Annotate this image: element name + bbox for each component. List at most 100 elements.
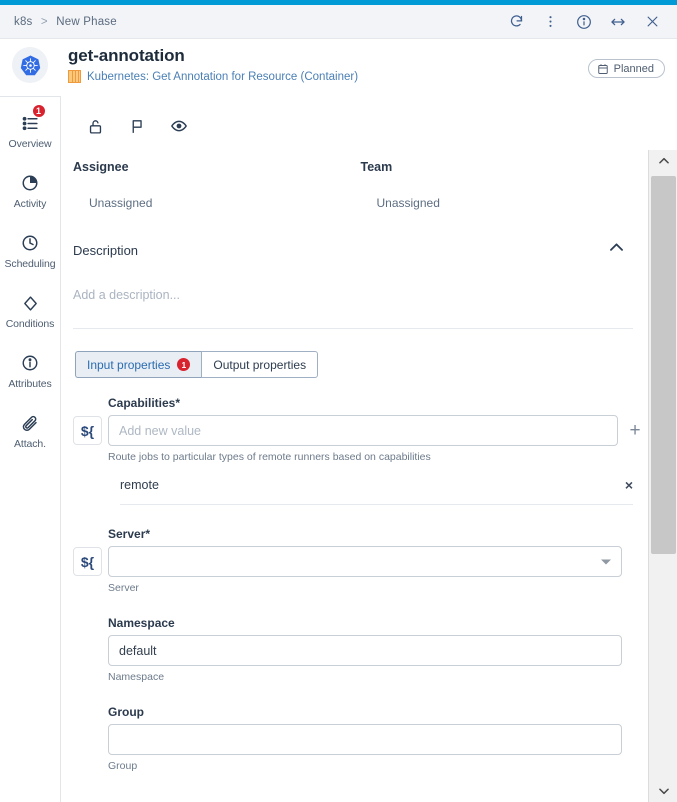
properties-tabs: Input properties 1 Output properties (61, 329, 648, 378)
page-subtitle[interactable]: Kubernetes: Get Annotation for Resource … (87, 71, 358, 83)
avatar (12, 47, 48, 83)
refresh-icon (510, 15, 522, 27)
field-label: Server* (108, 527, 648, 541)
assignee-value[interactable]: Unassigned (73, 196, 361, 210)
unlock-icon (89, 119, 101, 134)
sidebar-icon-wrap (21, 172, 39, 194)
chevron-up-icon (610, 243, 623, 251)
field-label: Capabilities* (108, 396, 648, 410)
chip-remove-button[interactable]: × (625, 477, 633, 493)
description-title: Description (73, 242, 139, 258)
group-input[interactable] (108, 724, 622, 755)
field-label: Namespace (108, 616, 648, 630)
sidebar-icon-wrap (21, 412, 39, 434)
tab-badge: 1 (177, 358, 191, 371)
app-window: k8s > New Phase get-annotation Kubernete… (0, 0, 677, 802)
field-capabilities: Capabilities* ${ + Route jobs to particu… (61, 396, 648, 505)
tab-input-properties[interactable]: Input properties 1 (75, 351, 202, 378)
sidebar-item-activity[interactable]: Activity (0, 172, 61, 210)
field-label-text: Group (108, 705, 144, 719)
vertical-scrollbar[interactable] (648, 150, 677, 802)
field-server: Server* ${ Server (61, 527, 648, 594)
namespace-input[interactable] (108, 635, 622, 666)
sidebar-item-label: Scheduling (4, 258, 56, 270)
sidebar-icon-wrap (21, 352, 39, 374)
required-mark: * (145, 527, 151, 541)
sidebar-item-conditions[interactable]: Conditions (0, 292, 61, 330)
header-subtitle-row: Kubernetes: Get Annotation for Resource … (68, 70, 358, 83)
expression-button[interactable]: ${ (73, 416, 102, 445)
chevron-down-icon (658, 788, 669, 795)
server-select[interactable] (108, 546, 622, 577)
sidebar-item-attributes[interactable]: Attributes (0, 352, 61, 390)
page-title: get-annotation (68, 46, 185, 65)
capabilities-input[interactable] (108, 415, 618, 446)
assignee-block: Assignee Unassigned (73, 160, 361, 210)
field-row (73, 635, 648, 666)
more-vertical-icon (548, 16, 552, 27)
sidebar-item-scheduling[interactable]: Scheduling (0, 232, 61, 270)
field-label-text: Server (108, 527, 146, 541)
sidebar: 1 Overview Activity Scheduling Condition… (0, 96, 61, 802)
breadcrumb-root[interactable]: k8s (14, 16, 33, 28)
field-help: Group (108, 760, 138, 772)
flag-button[interactable] (125, 114, 149, 138)
diamond-icon (23, 295, 37, 311)
refresh-button[interactable] (501, 8, 531, 36)
description-header: Description (61, 210, 648, 262)
field-help: Server (108, 582, 139, 594)
tab-label: Input properties (87, 357, 171, 372)
sidebar-item-overview[interactable]: 1 Overview (0, 104, 61, 150)
chevron-up-icon (658, 157, 669, 164)
task-type-icon (68, 70, 81, 83)
resize-horizontal-icon (611, 18, 625, 25)
tab-output-properties[interactable]: Output properties (201, 351, 319, 378)
breadcrumb-separator: > (40, 15, 48, 28)
status-badge-label: Planned (613, 62, 654, 75)
watch-button[interactable] (167, 114, 191, 138)
paperclip-icon (22, 415, 37, 432)
description-input[interactable]: Add a description... (61, 262, 648, 302)
sidebar-icon-wrap: 1 (21, 104, 46, 134)
sidebar-top-divider (0, 96, 61, 97)
tab-label: Output properties (213, 357, 307, 372)
flag-icon (132, 119, 142, 133)
assignee-label: Assignee (73, 160, 129, 174)
breadcrumb-current: New Phase (56, 15, 117, 28)
status-badge[interactable]: Planned (587, 59, 665, 78)
resize-button[interactable] (603, 8, 633, 36)
info-circle-icon (22, 355, 38, 371)
eye-icon (171, 120, 187, 132)
properties-form: Capabilities* ${ + Route jobs to particu… (61, 378, 648, 772)
team-value[interactable]: Unassigned (361, 196, 649, 210)
expression-button[interactable]: ${ (73, 547, 102, 576)
field-group: Group Group (61, 705, 648, 772)
clock-icon (22, 235, 38, 251)
description-collapse-button[interactable] (607, 238, 626, 262)
calendar-icon (597, 63, 608, 74)
scroll-up-button[interactable] (649, 150, 677, 172)
field-help: Namespace (108, 671, 165, 683)
add-capability-button[interactable]: + (622, 421, 648, 440)
sidebar-icon-wrap (21, 232, 39, 254)
sidebar-item-label: Attach. (14, 438, 46, 450)
main-content: Assignee Unassigned Team Unassigned Desc… (61, 96, 648, 802)
field-help: Route jobs to particular types of remote… (108, 451, 431, 463)
more-button[interactable] (535, 8, 565, 36)
field-row (73, 724, 648, 755)
scroll-down-button[interactable] (649, 780, 677, 802)
info-button[interactable] (569, 8, 599, 36)
sidebar-item-attachments[interactable]: Attach. (0, 412, 61, 450)
kubernetes-logo-icon (20, 54, 40, 75)
field-namespace: Namespace Namespace (61, 616, 648, 683)
lock-button[interactable] (83, 114, 107, 138)
field-row: ${ + (73, 415, 648, 446)
scrollbar-thumb[interactable] (651, 176, 676, 554)
field-row: ${ (73, 546, 648, 577)
content-toolbar (61, 96, 648, 138)
capability-chip-remote: remote × (120, 477, 633, 505)
close-button[interactable] (637, 8, 667, 36)
window-actions (501, 8, 677, 36)
field-label: Group (108, 705, 648, 719)
meta-row: Assignee Unassigned Team Unassigned (61, 138, 648, 210)
